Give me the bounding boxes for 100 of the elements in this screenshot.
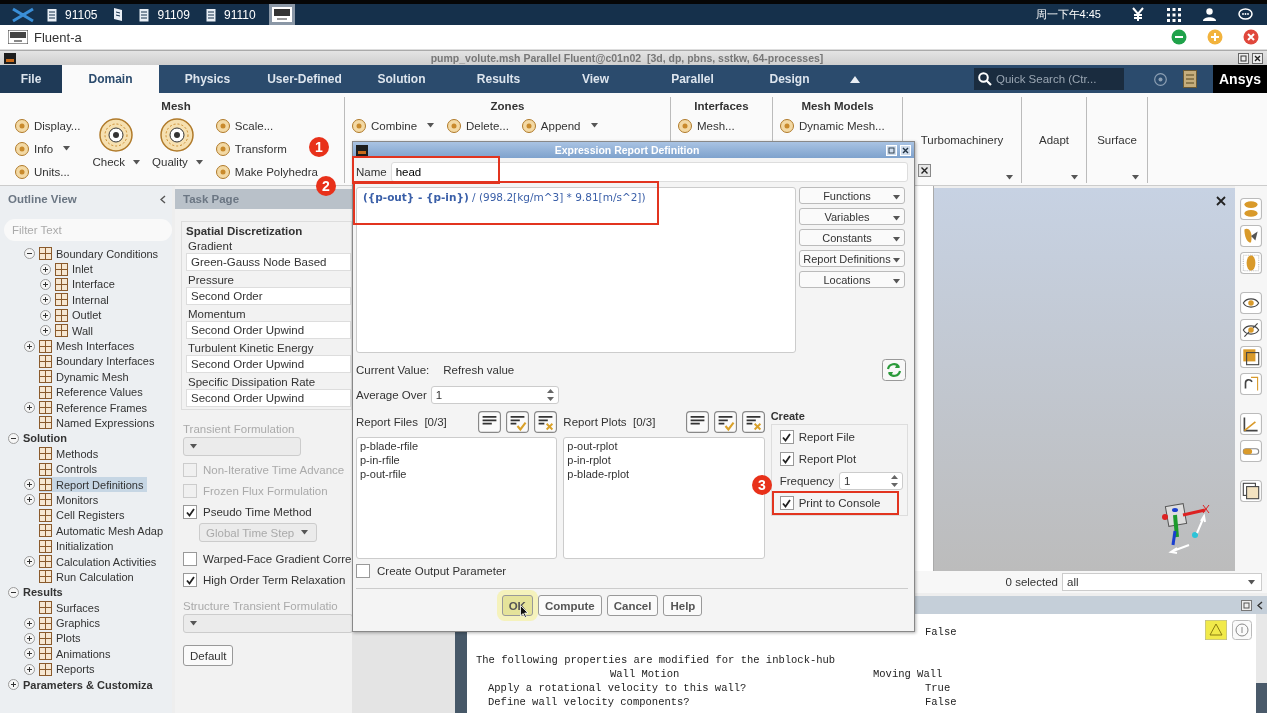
- chevron-left-icon[interactable]: [160, 194, 166, 204]
- minimize-button[interactable]: [1171, 29, 1187, 45]
- expand-toggle[interactable]: [40, 278, 51, 290]
- menu-tab[interactable]: User-Defined: [256, 65, 353, 93]
- tree-item[interactable]: Automatic Mesh Adap: [39, 523, 167, 539]
- user-icon[interactable]: [1203, 8, 1216, 21]
- menu-button[interactable]: Constants: [799, 229, 905, 246]
- ribbon-button[interactable]: Quality: [152, 118, 203, 168]
- ribbon-button[interactable]: Append: [520, 116, 598, 135]
- collapse-icon[interactable]: [850, 75, 860, 83]
- checkbox[interactable]: [779, 452, 794, 466]
- menu-button[interactable]: Functions: [799, 187, 905, 204]
- expand-toggle[interactable]: [40, 309, 51, 321]
- scrollbar[interactable]: [1256, 614, 1267, 713]
- expand-toggle[interactable]: [40, 325, 51, 337]
- menu-tab[interactable]: Domain: [62, 65, 159, 93]
- menu-tab[interactable]: File: [0, 65, 62, 93]
- chat-icon[interactable]: [1238, 8, 1253, 21]
- menu-tab[interactable]: Design: [741, 65, 838, 93]
- checkbox[interactable]: [183, 573, 197, 587]
- ribbon-button[interactable]: Scale...: [214, 116, 274, 135]
- menu-tab[interactable]: Physics: [159, 65, 256, 93]
- list-item[interactable]: p-out-rplot: [567, 439, 761, 453]
- tree-item[interactable]: Outlet: [55, 307, 106, 323]
- list-check-icon[interactable]: [713, 411, 737, 433]
- filter-field[interactable]: Filter Text: [4, 219, 172, 241]
- copy-icon[interactable]: [1240, 480, 1262, 502]
- expand-toggle[interactable]: [8, 679, 19, 691]
- checkbox[interactable]: [183, 552, 197, 566]
- tree-item[interactable]: Internal: [55, 292, 113, 308]
- tree-item[interactable]: Mesh Interfaces: [39, 338, 139, 354]
- tree-item[interactable]: Solution: [23, 430, 71, 446]
- ribbon-button[interactable]: Units...: [14, 162, 70, 181]
- dropdown[interactable]: Second Order Upwind: [186, 355, 351, 373]
- menu-tab[interactable]: Solution: [353, 65, 450, 93]
- list-clear-icon[interactable]: [534, 411, 558, 433]
- list-check-icon[interactable]: [506, 411, 530, 433]
- spin-field[interactable]: 1: [839, 472, 903, 490]
- search-field[interactable]: Quick Search (Ctr...: [974, 68, 1124, 90]
- yen-icon[interactable]: [1131, 7, 1145, 22]
- name-field[interactable]: head: [390, 162, 908, 182]
- tree-item[interactable]: Results: [23, 584, 67, 600]
- checkbox[interactable]: [183, 505, 197, 519]
- taskbar-item[interactable]: 91110: [202, 4, 259, 25]
- ribbon-button[interactable]: Delete...: [446, 116, 509, 135]
- collapse-toggle[interactable]: [24, 248, 35, 260]
- ribbon-menu[interactable]: Turbomachinery: [903, 97, 1021, 183]
- expand-toggle[interactable]: [40, 263, 51, 275]
- restore-button[interactable]: [1238, 52, 1249, 64]
- ribbon-menu[interactable]: Surface: [1087, 97, 1147, 183]
- taskbar-item[interactable]: [268, 4, 295, 25]
- tree-item[interactable]: Named Expressions: [39, 415, 159, 431]
- collapse-toggle[interactable]: [8, 586, 19, 598]
- ribbon-button[interactable]: Info: [14, 139, 71, 158]
- close-icon[interactable]: [1216, 196, 1226, 206]
- eye-icon[interactable]: [1240, 292, 1262, 314]
- checkbox[interactable]: [779, 496, 794, 510]
- ribbon-button[interactable]: Mesh...: [677, 116, 735, 135]
- tree-item[interactable]: Dynamic Mesh: [39, 369, 133, 385]
- tree-item[interactable]: Animations: [39, 646, 115, 662]
- tree-item[interactable]: Report Definitions: [39, 477, 148, 493]
- tree-item[interactable]: Plots: [39, 630, 85, 646]
- tree-item[interactable]: Initialization: [39, 538, 118, 554]
- start-icon[interactable]: [12, 5, 34, 24]
- expand-toggle[interactable]: [24, 648, 35, 660]
- tree-item[interactable]: Methods: [39, 446, 103, 462]
- expand-toggle[interactable]: [24, 617, 35, 629]
- ribbon-button[interactable]: Display...: [14, 116, 81, 135]
- menu-tab[interactable]: Parallel: [644, 65, 741, 93]
- toggle-icon[interactable]: [1240, 440, 1262, 462]
- ribbon-button[interactable]: Combine: [351, 116, 435, 135]
- square-icon[interactable]: [1240, 346, 1262, 368]
- tree-item[interactable]: Wall: [55, 323, 97, 339]
- grid-menu-icon[interactable]: [1167, 7, 1181, 22]
- tree-item[interactable]: Calculation Activities: [39, 554, 161, 569]
- help-icon[interactable]: [1154, 72, 1167, 86]
- tree-item[interactable]: Interface: [55, 276, 119, 292]
- tree-item[interactable]: Inlet: [55, 261, 97, 277]
- tree-item[interactable]: Cell Registers: [39, 507, 129, 523]
- restore-icon[interactable]: [1241, 599, 1252, 611]
- tree-item[interactable]: Graphics: [39, 615, 105, 631]
- expand-toggle[interactable]: [24, 632, 35, 644]
- checkbox[interactable]: [356, 564, 370, 578]
- dropdown[interactable]: Second Order: [186, 287, 351, 305]
- taskbar-item[interactable]: 91105: [44, 4, 101, 25]
- expand-toggle[interactable]: [24, 494, 35, 506]
- ribbon-button[interactable]: Transform: [214, 139, 287, 158]
- menu-tab[interactable]: Results: [450, 65, 547, 93]
- tree-item[interactable]: Controls: [39, 461, 101, 477]
- tree-item[interactable]: Reference Frames: [39, 400, 152, 416]
- dialog-button[interactable]: Help: [663, 595, 703, 616]
- warning-button[interactable]: [1205, 620, 1227, 640]
- menu-button[interactable]: Locations: [799, 271, 905, 288]
- dialog-button[interactable]: Cancel: [606, 595, 659, 616]
- spin-field[interactable]: 1: [430, 386, 559, 404]
- checkbox[interactable]: [779, 430, 794, 444]
- dialog-button[interactable]: OK: [501, 595, 533, 616]
- dropdown[interactable]: all: [1062, 573, 1262, 591]
- menu-button[interactable]: Report Definitions: [799, 250, 905, 267]
- axes-icon[interactable]: [1240, 413, 1262, 435]
